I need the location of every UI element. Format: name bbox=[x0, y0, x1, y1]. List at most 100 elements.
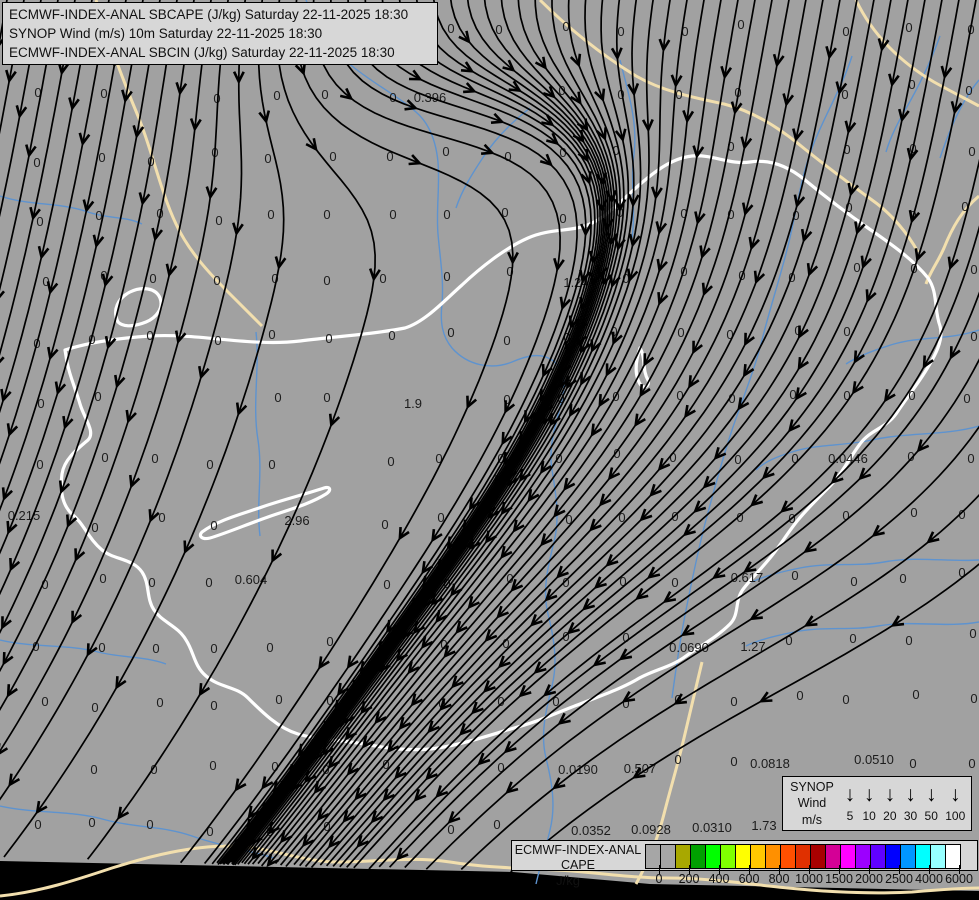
cape-color-cell bbox=[660, 844, 676, 869]
station-value: 0 bbox=[447, 822, 454, 837]
station-value: 0 bbox=[323, 207, 330, 222]
cape-color-cell bbox=[750, 844, 766, 869]
station-value: 0 bbox=[98, 640, 105, 655]
title-line-sbcape: ECMWF-INDEX-ANAL SBCAPE (J/kg) Saturday … bbox=[9, 7, 409, 22]
station-value: 0 bbox=[206, 824, 213, 839]
station-value: 0 bbox=[275, 692, 282, 707]
station-value: 0 bbox=[910, 505, 917, 520]
cape-color-cell bbox=[810, 844, 826, 869]
station-value: 0 bbox=[849, 631, 856, 646]
station-value-nonzero: 0.0818 bbox=[750, 756, 790, 771]
station-value: 0 bbox=[264, 151, 271, 166]
wind-speed-label: 10 bbox=[862, 808, 876, 823]
station-value: 0 bbox=[791, 568, 798, 583]
wind-speed-label: 100 bbox=[945, 808, 966, 823]
station-value: 0 bbox=[963, 391, 970, 406]
cape-legend: ECMWF-INDEX-ANAL CAPE bbox=[511, 840, 978, 872]
cape-legend-title: ECMWF-INDEX-ANAL bbox=[514, 843, 642, 857]
station-value: 0 bbox=[969, 626, 976, 641]
down-arrow-icon: ↓ bbox=[884, 782, 896, 806]
station-value: 0 bbox=[91, 520, 98, 535]
station-value: 0 bbox=[970, 262, 977, 277]
cape-tick-label: 1000 bbox=[795, 872, 823, 886]
station-value: 0 bbox=[98, 150, 105, 165]
station-value: 0 bbox=[968, 144, 975, 159]
wind-speed-label: 50 bbox=[924, 808, 938, 823]
station-value: 0 bbox=[91, 700, 98, 715]
cape-tick-label: 0 bbox=[655, 872, 663, 886]
station-value: 0 bbox=[970, 329, 977, 344]
station-value: 0 bbox=[325, 331, 332, 346]
station-value: 0 bbox=[726, 327, 733, 342]
station-value: 0 bbox=[381, 517, 388, 532]
station-value: 0 bbox=[266, 640, 273, 655]
wind-speed-label: 20 bbox=[883, 808, 897, 823]
title-line-sbcin: ECMWF-INDEX-ANAL SBCIN (J/kg) Saturday 2… bbox=[9, 45, 395, 61]
wind-speed-column: ↓ 30 bbox=[904, 784, 917, 823]
cape-legend-subtitle: CAPE bbox=[560, 857, 596, 872]
wind-legend-title: SYNOP bbox=[790, 780, 834, 795]
station-value: 0 bbox=[210, 698, 217, 713]
cape-colorbar bbox=[645, 844, 961, 869]
cape-color-cell bbox=[720, 844, 736, 869]
down-arrow-icon: ↓ bbox=[844, 782, 856, 806]
station-value: 0 bbox=[442, 144, 449, 159]
station-value: 0 bbox=[899, 571, 906, 586]
station-value: 0 bbox=[206, 457, 213, 472]
map-background bbox=[0, 0, 979, 900]
station-value: 0 bbox=[850, 574, 857, 589]
station-value: 0 bbox=[99, 571, 106, 586]
station-value: 0 bbox=[41, 694, 48, 709]
wind-legend-subtitle: Wind bbox=[797, 796, 827, 811]
station-value: 0 bbox=[146, 817, 153, 832]
cape-tick-label: 200 bbox=[678, 872, 700, 886]
station-value: 0 bbox=[675, 87, 682, 102]
station-value: 0 bbox=[90, 762, 97, 777]
cape-tick-label: 600 bbox=[738, 872, 760, 886]
station-value-nonzero: 0.0510 bbox=[854, 752, 894, 767]
station-value: 0 bbox=[737, 17, 744, 32]
wind-speed-column: ↓ 100 bbox=[945, 782, 966, 823]
station-value: 0 bbox=[152, 641, 159, 656]
station-value: 0 bbox=[671, 575, 678, 590]
station-value: 0 bbox=[730, 694, 737, 709]
station-value: 0 bbox=[148, 575, 155, 590]
station-value: 0 bbox=[268, 327, 275, 342]
cape-color-cell bbox=[900, 844, 916, 869]
station-value: 0 bbox=[273, 88, 280, 103]
station-value: 0 bbox=[905, 633, 912, 648]
station-value: 0 bbox=[100, 86, 107, 101]
station-value: 0 bbox=[214, 333, 221, 348]
station-value: 0 bbox=[674, 752, 681, 767]
cape-tick-label: 2500 bbox=[885, 872, 913, 886]
cape-tick-label: 1500 bbox=[825, 872, 853, 886]
cape-tick-label: 400 bbox=[708, 872, 730, 886]
station-value: 0 bbox=[493, 817, 500, 832]
cape-color-cell bbox=[930, 844, 946, 869]
station-value: 0 bbox=[388, 328, 395, 343]
station-value: 0 bbox=[36, 214, 43, 229]
wind-speed-column: ↓ 50 bbox=[924, 784, 938, 823]
cape-tick-label: 4000 bbox=[915, 872, 943, 886]
station-value: 0 bbox=[321, 87, 328, 102]
station-value-nonzero: 0.0690 bbox=[669, 640, 709, 655]
cape-tick-label: 6000 bbox=[945, 872, 973, 886]
station-value: 0 bbox=[503, 333, 510, 348]
station-value: 0 bbox=[730, 754, 737, 769]
cape-tick-label: 2000 bbox=[855, 872, 883, 886]
station-value: 0 bbox=[912, 687, 919, 702]
station-value: 0 bbox=[617, 24, 624, 39]
station-value: 0 bbox=[383, 577, 390, 592]
title-line-wind: SYNOP Wind (m/s) 10m Saturday 22-11-2025… bbox=[9, 26, 323, 42]
station-value: 0 bbox=[435, 451, 442, 466]
station-value: 0 bbox=[267, 207, 274, 222]
station-value: 0 bbox=[843, 324, 850, 339]
station-value: 0 bbox=[205, 575, 212, 590]
down-arrow-icon: ↓ bbox=[950, 782, 961, 806]
station-value: 0 bbox=[447, 21, 454, 36]
cape-units-label: J/kg bbox=[556, 873, 580, 888]
station-value: 0 bbox=[274, 390, 281, 405]
station-value: 0 bbox=[101, 450, 108, 465]
station-value-nonzero: 1.9 bbox=[404, 396, 422, 411]
wind-legend: SYNOP Wind m/s ↓ 5 ↓ 10 ↓ 20 ↓ 30 ↓ 50 ↓ 100 bbox=[782, 776, 972, 831]
